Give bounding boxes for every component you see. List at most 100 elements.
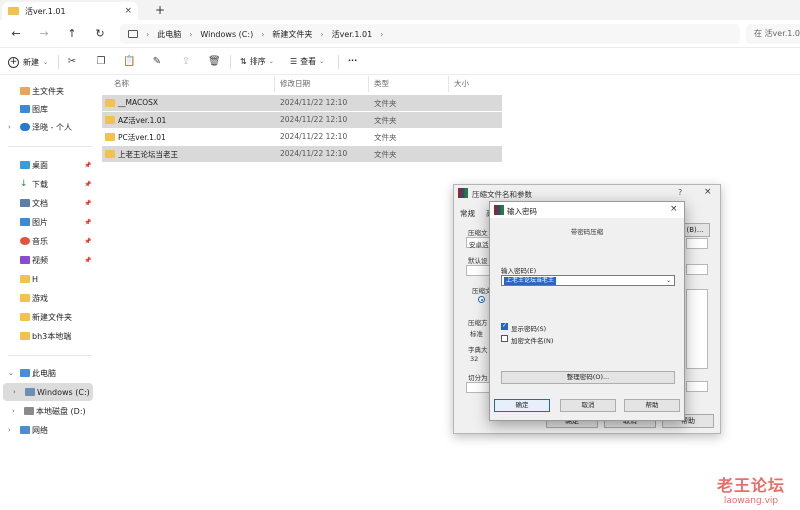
chevron-right-icon[interactable]: › — [12, 407, 15, 415]
video-icon — [20, 256, 30, 264]
column-header-name[interactable]: 名称 — [114, 78, 129, 89]
chevron-right-icon[interactable]: › — [8, 426, 11, 434]
close-icon[interactable]: × — [704, 187, 712, 197]
new-button[interactable]: + 新建 ⌄ — [8, 54, 48, 70]
column-divider[interactable] — [448, 76, 449, 92]
close-icon[interactable]: × — [670, 204, 678, 214]
cancel-button[interactable]: 取消 — [560, 399, 616, 412]
sidebar-item-games[interactable]: 游戏 — [0, 289, 96, 307]
file-row[interactable]: AZ活ver.1.01 2024/11/22 12:10 文件夹 — [102, 112, 502, 128]
breadcrumb-new-folder[interactable]: 新建文件夹 — [272, 29, 312, 40]
sidebar-item-home[interactable]: 主文件夹 — [0, 82, 96, 100]
tab-close-icon[interactable]: × — [124, 6, 132, 16]
breadcrumb-separator: › — [189, 29, 193, 39]
file-type: 文件夹 — [374, 150, 397, 159]
sidebar-item-drive-c[interactable]: › Windows (C:) — [3, 383, 93, 401]
sidebar-item-pictures[interactable]: 图片 📌 — [0, 213, 96, 231]
navigation-pane: 主文件夹 图库 › 泽晓 - 个人 桌面 📌 ↓ 下载 📌 文档 📌 图片 📌 … — [0, 76, 96, 510]
split-volume-field[interactable] — [466, 382, 490, 393]
sidebar-item-drive-d[interactable]: › 本地磁盘 (D:) — [0, 402, 96, 420]
tab-bar: 活ver.1.01 × + — [0, 0, 800, 20]
file-date: 2024/11/22 12:10 — [280, 149, 348, 158]
cloud-icon — [20, 123, 30, 131]
organize-passwords-button[interactable]: 整理密码(O)... — [501, 371, 675, 384]
search-input[interactable]: 在 活ver.1.01 中搜索 — [746, 24, 800, 44]
forward-arrow-icon[interactable]: → — [36, 26, 52, 42]
file-row[interactable]: PC活ver.1.01 2024/11/22 12:10 文件夹 — [102, 129, 502, 145]
column-divider[interactable] — [368, 76, 369, 92]
sidebar-item-gallery[interactable]: 图库 — [0, 100, 96, 118]
column-header-size[interactable]: 大小 — [454, 78, 469, 89]
options-panel — [686, 289, 708, 369]
view-button[interactable]: ☰ 查看 ⌄ — [290, 56, 324, 67]
sort-button[interactable]: ⇅ 排序 ⌄ — [240, 56, 274, 67]
tab-current[interactable]: 活ver.1.01 × — [2, 2, 138, 20]
encrypt-filenames-checkbox[interactable] — [501, 335, 508, 342]
breadcrumb-separator: › — [320, 29, 324, 39]
file-date: 2024/11/22 12:10 — [280, 115, 348, 124]
sidebar-item-bh3[interactable]: bh3本地端 — [0, 327, 96, 345]
file-type: 文件夹 — [374, 116, 397, 125]
sidebar-item-onedrive[interactable]: › 泽晓 - 个人 — [0, 118, 96, 136]
column-header-type[interactable]: 类型 — [374, 78, 389, 89]
options-select[interactable] — [686, 264, 708, 275]
up-arrow-icon[interactable]: ↑ — [64, 26, 80, 42]
address-bar[interactable]: › 此电脑 › Windows (C:) › 新建文件夹 › 活ver.1.01… — [120, 24, 740, 44]
encrypt-filenames-label: 加密文件名(N) — [511, 337, 554, 345]
pin-icon: 📌 — [84, 161, 92, 169]
file-row[interactable]: __MACOSX 2024/11/22 12:10 文件夹 — [102, 95, 502, 111]
profile-button[interactable] — [466, 265, 490, 276]
sidebar-item-network[interactable]: › 网络 — [0, 421, 96, 439]
paste-icon[interactable]: 📋 — [123, 56, 135, 68]
column-header-date[interactable]: 修改日期 — [280, 78, 310, 89]
toolbar-divider — [338, 55, 339, 69]
share-icon[interactable]: ⇪ — [180, 56, 192, 68]
sidebar-item-h[interactable]: H — [0, 270, 96, 288]
breadcrumb-current[interactable]: 活ver.1.01 — [332, 29, 373, 40]
sidebar-item-music[interactable]: 音乐 📌 — [0, 232, 96, 250]
chevron-down-icon[interactable]: ⌄ — [8, 369, 14, 377]
breadcrumb-separator: › — [261, 29, 265, 39]
pin-icon: 📌 — [84, 237, 92, 245]
format-radio[interactable] — [478, 296, 485, 303]
copy-icon[interactable]: ❐ — [95, 56, 107, 68]
refresh-icon[interactable]: ↻ — [92, 26, 108, 42]
rename-icon[interactable]: ✎ — [151, 56, 163, 68]
show-password-checkbox[interactable] — [501, 322, 508, 330]
sidebar-item-label: 文档 — [32, 198, 48, 208]
column-divider[interactable] — [274, 76, 275, 92]
cut-icon[interactable]: ✂ — [66, 56, 78, 68]
toolbar-divider — [230, 55, 231, 69]
chevron-right-icon[interactable]: › — [13, 388, 16, 396]
sidebar-item-label: 此电脑 — [32, 368, 56, 378]
options-field[interactable] — [686, 381, 708, 392]
sidebar-item-label: 网络 — [32, 425, 48, 435]
breadcrumb-drive-c[interactable]: Windows (C:) — [200, 30, 253, 39]
ok-button[interactable]: 确定 — [494, 399, 550, 412]
password-input[interactable]: 上老王论坛当老王 ⌄ — [501, 275, 675, 286]
sidebar-item-this-pc[interactable]: ⌄ 此电脑 — [0, 364, 96, 382]
help-icon[interactable]: ? — [678, 188, 682, 197]
sidebar-item-documents[interactable]: 文档 📌 — [0, 194, 96, 212]
more-options-button[interactable]: ··· — [348, 56, 357, 65]
breadcrumb-this-pc[interactable]: 此电脑 — [157, 29, 181, 40]
chevron-down-icon: ⌄ — [319, 58, 325, 65]
sidebar-item-desktop[interactable]: 桌面 📌 — [0, 156, 96, 174]
sidebar-item-label: 泽晓 - 个人 — [32, 122, 72, 132]
sidebar-item-new-folder[interactable]: 新建文件夹 — [0, 308, 96, 326]
archive-name-field[interactable]: 安卓活 — [466, 237, 490, 249]
chevron-right-icon[interactable]: › — [8, 123, 11, 131]
tab-general[interactable]: 常规 — [460, 208, 475, 219]
sidebar-item-downloads[interactable]: ↓ 下载 📌 — [0, 175, 96, 193]
help-button[interactable]: 帮助 — [624, 399, 680, 412]
chevron-down-icon[interactable]: ⌄ — [666, 276, 671, 286]
back-arrow-icon[interactable]: ← — [8, 26, 24, 42]
sidebar-item-videos[interactable]: 视频 📌 — [0, 251, 96, 269]
new-tab-button[interactable]: + — [152, 3, 168, 17]
update-mode-select[interactable] — [686, 238, 708, 249]
sidebar-item-label: 主文件夹 — [32, 86, 64, 96]
toolbar-divider — [58, 55, 59, 69]
file-row[interactable]: 上老王论坛当老王 2024/11/22 12:10 文件夹 — [102, 146, 502, 162]
delete-icon[interactable]: 🗑 — [208, 56, 221, 68]
drive-icon — [24, 407, 34, 415]
